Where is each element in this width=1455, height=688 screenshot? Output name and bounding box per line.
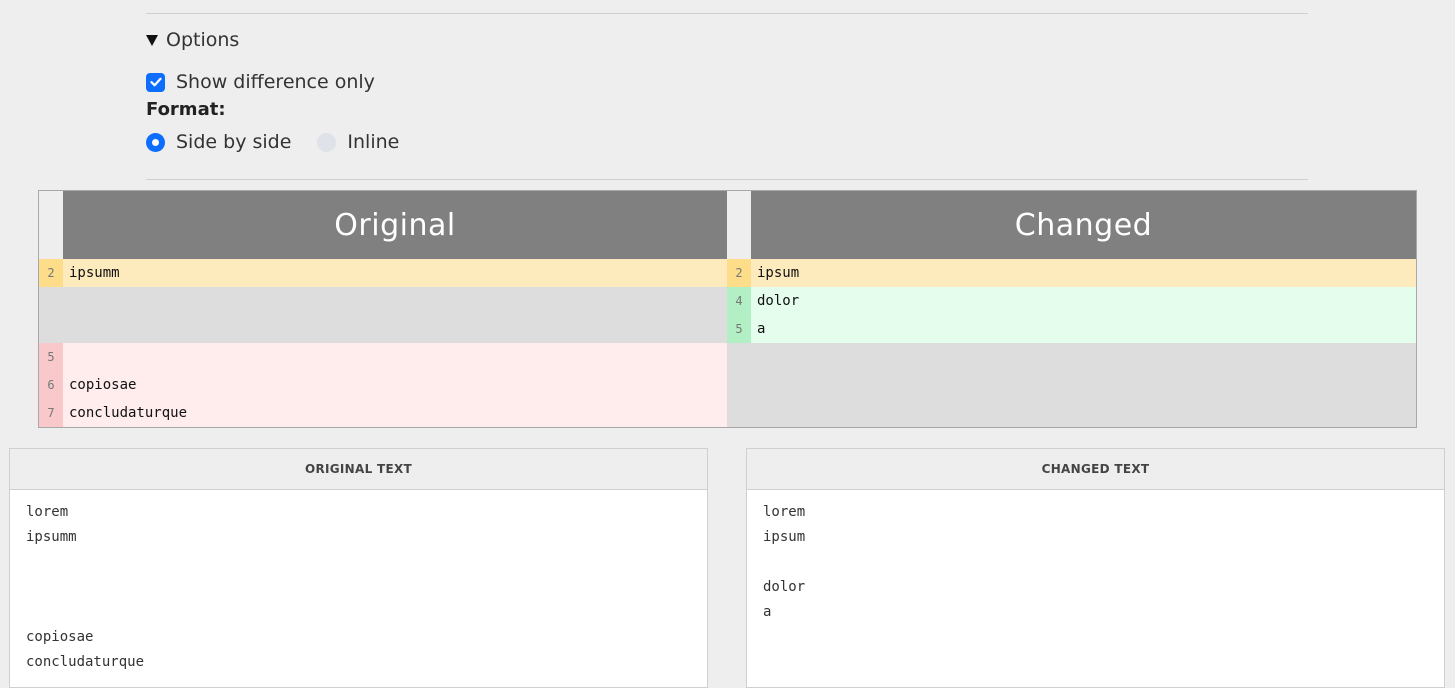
show-difference-only-option[interactable]: Show difference only <box>146 70 375 94</box>
line-number: 2 <box>39 259 63 287</box>
changed-column-header: Changed <box>751 191 1416 259</box>
format-side-by-side-radio[interactable] <box>146 132 165 152</box>
diff-row-right: 5a <box>727 315 1416 343</box>
diff-row-right: 2 ipsum <box>727 259 1416 287</box>
line-number: 5 <box>727 315 751 343</box>
line-number: 4 <box>727 287 751 315</box>
diff-line-text: copiosae <box>63 371 727 399</box>
left-gutter-header <box>39 191 63 259</box>
original-text-title: ORIGINAL TEXT <box>10 449 707 490</box>
line-number: 7 <box>39 399 63 427</box>
diff-line-text: concludaturque <box>63 399 727 427</box>
original-column-header: Original <box>63 191 727 259</box>
diff-line-text: ipsum <box>751 259 1416 287</box>
diff-table: Original Changed 2 ipsumm 2 ipsum 4 dolor 5 a 5 6… <box>38 190 1417 428</box>
divider-top <box>146 13 1308 14</box>
diff-row-left: 5 <box>39 343 727 371</box>
options-toggle[interactable]: Options <box>146 28 239 52</box>
format-inline-radio[interactable] <box>317 132 337 152</box>
diff-header: Original Changed <box>39 191 1416 259</box>
diff-row-left: 2 ipsumm <box>39 259 727 287</box>
diff-line-text <box>63 343 727 371</box>
diff-line-text: ipsumm <box>63 259 727 287</box>
show-difference-only-label: Show difference only <box>176 71 375 93</box>
checkmark-icon <box>149 77 162 87</box>
original-text-input[interactable]: lorem ipsumm copiosae concludaturque <box>10 490 707 675</box>
diff-line-text: a <box>751 315 1416 343</box>
format-inline-label: Inline <box>347 131 400 153</box>
format-radio-group: Side by side Inline <box>146 130 425 154</box>
show-difference-only-checkbox[interactable] <box>146 72 165 92</box>
options-label: Options <box>166 29 240 51</box>
format-inline-option[interactable]: Inline <box>317 131 399 153</box>
changed-text-title: CHANGED TEXT <box>747 449 1444 490</box>
diff-row-left: 7 concludaturque <box>39 399 727 427</box>
diff-line-text: dolor <box>751 287 1416 315</box>
right-gutter-header <box>727 191 751 259</box>
original-text-panel: ORIGINAL TEXT lorem ipsumm copiosae conc… <box>9 448 708 688</box>
format-label: Format: <box>146 99 226 120</box>
divider-bottom <box>146 179 1308 180</box>
line-number: 2 <box>727 259 751 287</box>
line-number: 6 <box>39 371 63 399</box>
triangle-down-icon <box>146 35 158 46</box>
diff-row-right: 4 dolor <box>727 287 1416 315</box>
changed-text-panel: CHANGED TEXT lorem ipsum dolor a <box>746 448 1445 688</box>
diff-row-left: 6 copiosae <box>39 371 727 399</box>
format-side-by-side-option[interactable]: Side by side <box>146 131 291 153</box>
line-number: 5 <box>39 343 63 371</box>
format-side-by-side-label: Side by side <box>176 131 292 153</box>
changed-text-input[interactable]: lorem ipsum dolor a <box>747 490 1444 625</box>
